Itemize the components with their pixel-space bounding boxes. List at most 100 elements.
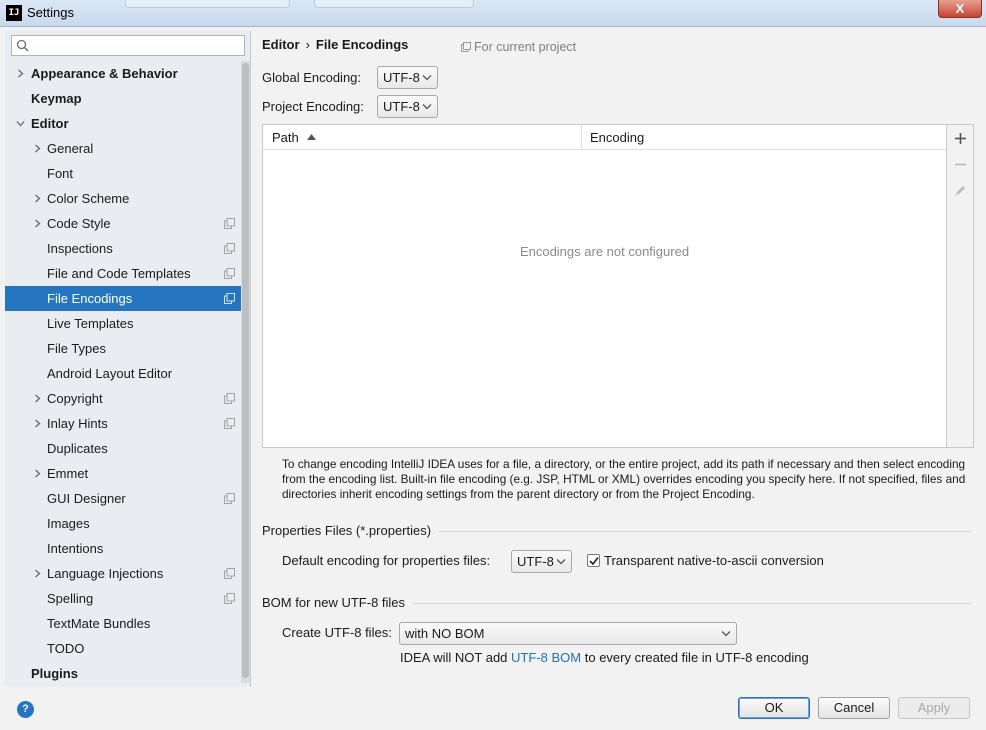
utf8-bom-link[interactable]: UTF-8 BOM (511, 650, 581, 665)
sidebar-item-inspections[interactable]: Inspections (5, 236, 241, 261)
window-title: Settings (27, 5, 74, 20)
sidebar-item-code-style[interactable]: Code Style (5, 211, 241, 236)
sidebar-item-intentions[interactable]: Intentions (5, 536, 241, 561)
sidebar-item-label: Language Injections (47, 566, 164, 581)
sidebar-item-font[interactable]: Font (5, 161, 241, 186)
encodings-table[interactable]: Path Encoding Encodings are not configur… (262, 124, 947, 448)
sidebar-item-android-layout-editor[interactable]: Android Layout Editor (5, 361, 241, 386)
column-header-path[interactable]: Path (272, 125, 317, 150)
sidebar-item-gui-designer[interactable]: GUI Designer (5, 486, 241, 511)
add-icon[interactable] (953, 131, 968, 146)
apply-button[interactable]: Apply (898, 697, 970, 719)
current-project-label: For current project (474, 40, 577, 54)
sidebar-item-general[interactable]: General (5, 136, 241, 161)
background-tab (125, 0, 290, 8)
chevron-right-icon[interactable] (33, 394, 42, 403)
sidebar-item-editor[interactable]: Editor (5, 111, 241, 136)
settings-search-input[interactable] (11, 35, 245, 56)
sidebar-item-copyright[interactable]: Copyright (5, 386, 241, 411)
sidebar-item-spelling[interactable]: Spelling (5, 586, 241, 611)
chevron-down-icon (721, 631, 731, 637)
sidebar-item-emmet[interactable]: Emmet (5, 461, 241, 486)
sidebar-item-label: Intentions (47, 541, 104, 556)
project-encoding-dropdown[interactable]: UTF-8 (377, 95, 438, 118)
transparent-conversion-checkbox[interactable] (587, 554, 600, 567)
sidebar-item-live-templates[interactable]: Live Templates (5, 311, 241, 336)
sidebar-item-keymap[interactable]: Keymap (5, 86, 241, 111)
search-field[interactable] (34, 37, 239, 54)
sidebar-item-label: TextMate Bundles (47, 616, 151, 631)
sidebar-item-label: File and Code Templates (47, 266, 191, 281)
edit-pencil-icon[interactable] (953, 183, 968, 198)
chevron-right-icon[interactable] (33, 569, 42, 578)
project-scope-icon (224, 268, 235, 279)
sidebar-item-color-scheme[interactable]: Color Scheme (5, 186, 241, 211)
intellij-app-icon: IJ (6, 5, 22, 21)
sidebar-item-label: Duplicates (47, 441, 108, 456)
column-divider[interactable] (581, 125, 582, 150)
settings-tree: Appearance & Behavior Keymap Editor General… (5, 61, 241, 686)
sidebar-item-label: TODO (47, 641, 85, 656)
checkmark-icon (589, 557, 599, 566)
dialog-button-bar: ? OK Cancel Apply (0, 687, 986, 730)
project-scope-icon (224, 418, 235, 429)
sidebar-item-label: File Encodings (47, 291, 133, 306)
sidebar-item-appearance-behavior[interactable]: Appearance & Behavior (5, 61, 241, 86)
sidebar-item-todo[interactable]: TODO (5, 636, 241, 661)
project-encoding-value: UTF-8 (383, 99, 420, 114)
breadcrumb-current: File Encodings (315, 37, 409, 52)
table-empty-message: Encodings are not configured (519, 244, 690, 259)
transparent-conversion-label[interactable]: Transparent native-to-ascii conversion (604, 553, 824, 568)
sidebar-scroll-thumb[interactable] (242, 63, 249, 678)
window-titlebar: IJ Settings X (0, 0, 986, 27)
create-utf8-dropdown[interactable]: with NO BOM (399, 622, 737, 645)
close-window-button[interactable]: X (938, 0, 982, 18)
sidebar-item-file-types[interactable]: File Types (5, 336, 241, 361)
sidebar-item-plugins[interactable]: Plugins (5, 661, 241, 686)
bom-note-suffix: to every created file in UTF-8 encoding (584, 650, 809, 665)
project-scope-icon (224, 293, 235, 304)
sidebar-item-label: General (47, 141, 94, 156)
sidebar-item-label: Code Style (47, 216, 111, 231)
sidebar-item-label: File Types (47, 341, 107, 356)
properties-section-title: Properties Files (*.properties) (262, 523, 440, 538)
breadcrumb: Editor › File Encodings (262, 37, 408, 52)
bom-note-prefix: IDEA will NOT add (400, 650, 508, 665)
sidebar-item-images[interactable]: Images (5, 511, 241, 536)
global-encoding-dropdown[interactable]: UTF-8 (377, 66, 438, 89)
chevron-right-icon[interactable] (33, 194, 42, 203)
sidebar-item-file-and-code-templates[interactable]: File and Code Templates (5, 261, 241, 286)
project-encoding-label: Project Encoding: (262, 99, 364, 114)
chevron-down-icon[interactable] (16, 119, 25, 128)
sidebar-item-language-injections[interactable]: Language Injections (5, 561, 241, 586)
sidebar-item-label: GUI Designer (47, 491, 126, 506)
settings-sidebar: Appearance & Behavior Keymap Editor General… (5, 31, 251, 687)
properties-encoding-dropdown[interactable]: UTF-8 (511, 550, 572, 573)
create-utf8-value: with NO BOM (405, 626, 485, 641)
sidebar-scrollbar[interactable] (241, 61, 250, 683)
chevron-right-icon[interactable] (33, 144, 42, 153)
sidebar-item-label: Inspections (47, 241, 113, 256)
table-header: Path Encoding (263, 125, 946, 150)
ok-button[interactable]: OK (738, 697, 810, 719)
remove-icon[interactable] (953, 157, 968, 172)
sidebar-item-file-encodings[interactable]: File Encodings (5, 286, 241, 311)
cancel-button[interactable]: Cancel (818, 697, 890, 719)
search-icon (16, 39, 29, 52)
sidebar-item-textmate-bundles[interactable]: TextMate Bundles (5, 611, 241, 636)
sidebar-item-label: Android Layout Editor (47, 366, 173, 381)
sidebar-item-inlay-hints[interactable]: Inlay Hints (5, 411, 241, 436)
chevron-right-icon[interactable] (33, 469, 42, 478)
chevron-right-icon[interactable] (16, 69, 25, 78)
project-scope-icon (224, 568, 235, 579)
sidebar-item-duplicates[interactable]: Duplicates (5, 436, 241, 461)
project-scope-icon (224, 393, 235, 404)
chevron-right-icon[interactable] (33, 419, 42, 428)
properties-encoding-value: UTF-8 (517, 554, 554, 569)
help-button[interactable]: ? (17, 701, 34, 718)
chevron-right-icon[interactable] (33, 219, 42, 228)
sidebar-item-label: Font (47, 166, 74, 181)
file-encodings-panel: Editor › File Encodings For current projec… (252, 31, 986, 687)
column-header-encoding[interactable]: Encoding (590, 125, 644, 150)
sidebar-item-label: Live Templates (47, 316, 134, 331)
